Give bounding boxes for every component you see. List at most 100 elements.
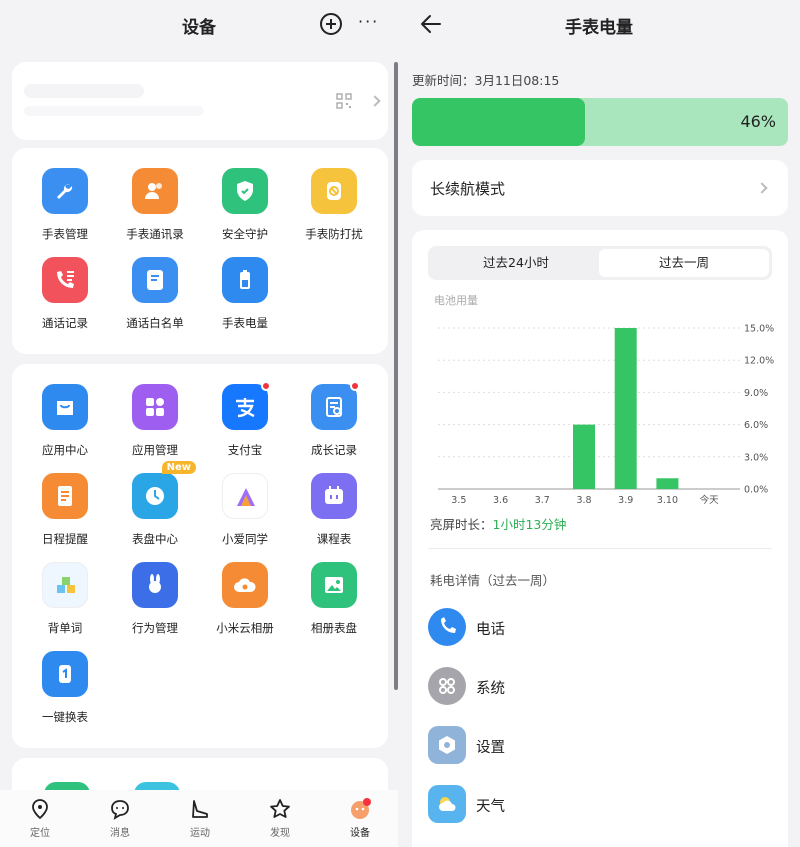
bar-3.10 <box>656 478 679 489</box>
bar-3.8 <box>573 424 595 489</box>
usage-row-settings-hexagon[interactable]: 设置 <box>428 726 768 766</box>
chevron-right-icon <box>756 182 768 194</box>
app-rabbit-astronaut[interactable]: 行为管理 <box>110 562 200 636</box>
segment-past-week[interactable]: 过去一周 <box>599 249 769 277</box>
app-label: 行为管理 <box>132 621 178 635</box>
do-not-disturb-watch-icon <box>311 168 357 214</box>
tab-label: 运动 <box>190 828 210 839</box>
new-badge: New <box>161 461 196 474</box>
tab-star[interactable]: 发现 <box>250 798 310 839</box>
add-device-button[interactable] <box>320 13 342 35</box>
watch-swap-icon <box>42 651 88 697</box>
app-label: 小爱同学 <box>222 532 268 546</box>
rabbit-astronaut-icon <box>132 562 178 608</box>
segment-past-24h[interactable]: 过去24小时 <box>431 249 601 277</box>
x-tick-label: 3.10 <box>657 495 678 506</box>
mode-label: 长续航模式 <box>430 180 506 198</box>
divider <box>428 548 772 549</box>
tab-label: 发现 <box>270 828 290 839</box>
tab-message-bubble[interactable]: 消息 <box>90 798 150 839</box>
watch-functions-card: 手表管理 手表通讯录 安全守护 手表防打扰通话记录 通话白名单 手表电量 <box>12 148 388 354</box>
app-do-not-disturb-watch[interactable]: 手表防打扰 <box>289 168 379 242</box>
y-tick-label: 6.0% <box>744 420 768 431</box>
battery-icon <box>222 257 268 303</box>
tab-sport-shoe[interactable]: 运动 <box>170 798 230 839</box>
x-tick-label: 3.6 <box>493 495 508 506</box>
growth-record-icon <box>311 381 360 430</box>
usage-label: 天气 <box>476 799 505 815</box>
battery-usage-chart: 0.0% 3.0% 6.0% 9.0% 12.0% 15.0% 3.5 3.6 3.7 3.8 3.… <box>438 324 774 506</box>
app-label: 表盘中心 <box>132 532 178 546</box>
battery-percent: 46% <box>740 112 776 131</box>
tab-device-avatar[interactable]: 设备 <box>330 798 390 839</box>
app-battery[interactable]: 手表电量 <box>200 257 290 331</box>
schedule-icon <box>42 473 88 519</box>
app-app-store-bag[interactable]: 应用中心 <box>20 384 110 458</box>
tab-label: 定位 <box>30 828 50 839</box>
app-cloud-album[interactable]: 小米云相册 <box>200 562 290 636</box>
app-photo[interactable]: 相册表盘 <box>289 562 379 636</box>
app-alipay[interactable]: 支付宝 <box>200 381 290 458</box>
battery-level-fill <box>412 98 585 146</box>
x-tick-label: 今天 <box>700 494 720 506</box>
usage-row-weather[interactable]: 天气 <box>428 785 768 825</box>
usage-label: 设置 <box>476 740 505 756</box>
bottom-tab-bar: 定位 消息 运动 发现 设备 <box>0 790 398 847</box>
tab-label: 消息 <box>110 828 130 839</box>
app-label: 应用中心 <box>42 443 88 457</box>
app-label: 通话白名单 <box>126 316 184 330</box>
wrench-icon <box>42 168 88 214</box>
app-label: 背单词 <box>47 621 83 635</box>
star-icon <box>270 799 290 818</box>
sport-shoe-icon <box>192 800 208 818</box>
usage-label: 系统 <box>476 681 505 697</box>
notification-dot <box>261 381 271 391</box>
app-label: 手表通讯录 <box>126 227 184 241</box>
message-bubble-icon <box>111 800 129 820</box>
app-xiaoai[interactable]: 小爱同学 <box>200 473 290 547</box>
app-label: 手表管理 <box>42 227 88 241</box>
app-store-bag-icon <box>42 384 88 430</box>
weather-icon <box>428 785 466 823</box>
app-wrench[interactable]: 手表管理 <box>20 168 110 242</box>
app-watch-swap[interactable]: 一键换表 <box>20 651 110 725</box>
battery-usage-card: 过去24小时 过去一周 电池用量 0.0% 3.0% 6.0% 9.0% 12.0% 15… <box>412 230 788 847</box>
app-call-log[interactable]: 通话记录 <box>20 257 110 331</box>
call-log-icon <box>42 257 88 303</box>
app-abc-blocks[interactable]: 背单词 <box>20 562 110 636</box>
y-tick-label: 12.0% <box>744 356 774 367</box>
abc-blocks-icon <box>42 562 88 608</box>
app-contacts[interactable]: 手表通讯录 <box>110 168 200 242</box>
usage-row-system-grid[interactable]: 系统 <box>428 667 768 707</box>
app-timetable[interactable]: 课程表 <box>289 473 379 547</box>
app-label: 日程提醒 <box>42 532 88 546</box>
x-tick-label: 3.8 <box>576 495 591 506</box>
contacts-icon <box>132 168 178 214</box>
device-name-placeholder <box>24 84 144 98</box>
app-schedule[interactable]: 日程提醒 <box>20 473 110 547</box>
app-label: 通话记录 <box>42 316 88 330</box>
chevron-right-icon <box>369 95 381 107</box>
app-watch-face[interactable]: New 表盘中心 <box>110 461 200 547</box>
device-avatar-icon <box>351 798 371 819</box>
qr-code-icon[interactable] <box>336 93 352 109</box>
app-label: 支付宝 <box>227 443 263 457</box>
app-shield[interactable]: 安全守护 <box>200 168 290 242</box>
app-app-grid[interactable]: 应用管理 <box>110 384 200 458</box>
cloud-album-icon <box>222 562 268 608</box>
device-card[interactable] <box>12 62 388 140</box>
more-options-button[interactable]: ··· <box>358 13 384 35</box>
whitelist-icon <box>132 257 178 303</box>
screen-time-label: 亮屏时长： <box>430 517 493 532</box>
screen-time-value: 1小时13分钟 <box>492 517 567 532</box>
app-growth-record[interactable]: 成长记录 <box>289 381 379 458</box>
screen-time: 亮屏时长：1小时13分钟 <box>430 514 566 533</box>
tab-location-pin[interactable]: 定位 <box>10 798 70 839</box>
photo-icon <box>311 562 357 608</box>
long-battery-mode-row[interactable]: 长续航模式 <box>412 160 788 216</box>
usage-label: 电话 <box>476 622 505 638</box>
app-whitelist[interactable]: 通话白名单 <box>110 257 200 331</box>
usage-row-phone[interactable]: 电话 <box>428 608 768 648</box>
y-tick-label: 15.0% <box>744 324 774 335</box>
app-label: 成长记录 <box>311 443 357 457</box>
